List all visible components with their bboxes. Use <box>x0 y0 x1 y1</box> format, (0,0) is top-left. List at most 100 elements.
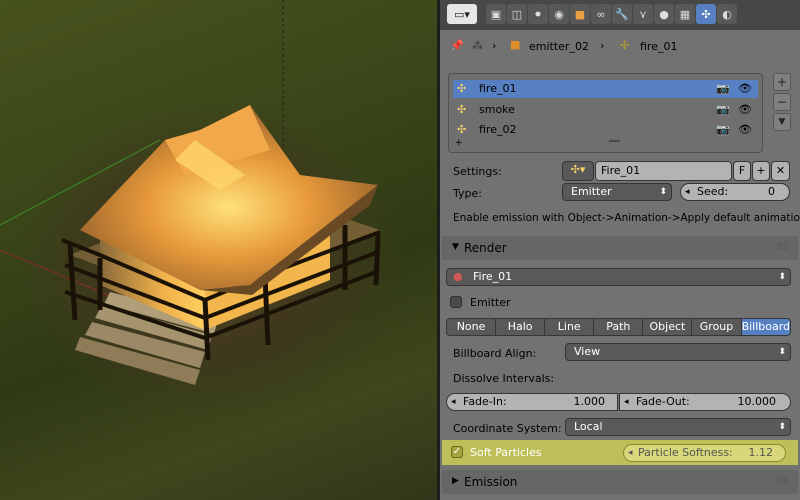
add-button[interactable]: + <box>773 73 791 91</box>
properties-editor-icon[interactable]: ▭▾ <box>447 4 477 24</box>
seed-label: Seed: <box>697 185 729 198</box>
data-icon[interactable]: ⋎ <box>633 4 653 24</box>
specials-menu-button[interactable]: ▼ <box>773 113 791 131</box>
eye-icon[interactable]: 👁 <box>738 80 752 98</box>
render-camera-icon[interactable]: 📷 <box>716 121 730 139</box>
fake-user-button[interactable]: F <box>733 161 751 181</box>
breadcrumb-particle-system: fire_01 <box>640 40 678 53</box>
drag-grip-icon[interactable]: ⠿⠿ <box>777 243 789 253</box>
render-camera-icon[interactable]: 📷 <box>716 80 730 98</box>
new-settings-button[interactable]: + <box>752 161 770 181</box>
render-icon[interactable]: ▣ <box>486 4 506 24</box>
decrement-arrow-icon[interactable]: ◂ <box>628 445 633 461</box>
add-small-icon[interactable]: + <box>455 138 463 148</box>
triangle-right-icon: ▶ <box>452 476 459 486</box>
particles-icon: ✣ <box>620 39 630 52</box>
coordinate-system-value: Local <box>574 420 603 433</box>
particle-system-list[interactable]: ✣ fire_01 📷 👁 ✣ smoke 📷 👁 ✣ fire_02 📷 👁 … <box>448 73 763 153</box>
emission-panel-header[interactable]: ▶ Emission ⠿⠿ <box>442 470 798 494</box>
decrement-arrow-icon[interactable]: ◂ <box>685 184 690 200</box>
coordinate-system-dropdown[interactable]: Local ⬍ <box>565 418 791 436</box>
render-camera-icon[interactable]: 📷 <box>716 101 730 119</box>
render-type-halo[interactable]: Halo <box>496 318 546 336</box>
list-item[interactable]: ✣ fire_01 📷 👁 <box>453 80 758 98</box>
updown-arrow-icon: ⬍ <box>778 347 786 357</box>
type-label: Type: <box>453 187 482 200</box>
updown-arrow-icon: ⬍ <box>778 272 786 282</box>
fade-in-value: 1.000 <box>573 395 606 408</box>
particle-softness-field[interactable]: ◂ Particle Softness: 1.12 <box>623 444 786 462</box>
fade-in-label: Fade-In: <box>463 395 507 408</box>
constraints-icon[interactable]: ∞ <box>591 4 611 24</box>
breadcrumb-object: emitter_02 <box>529 40 589 53</box>
material-value: Fire_01 <box>473 270 513 283</box>
material-icon[interactable]: ● <box>654 4 674 24</box>
fade-out-value: 10.000 <box>737 395 777 408</box>
remove-button[interactable]: − <box>773 93 791 111</box>
settings-name-field[interactable]: Fire_01 <box>595 161 732 181</box>
eye-icon[interactable]: 👁 <box>738 101 752 119</box>
updown-arrow-icon: ⬍ <box>778 422 786 432</box>
emission-hint: Enable emission with Object->Animation->… <box>453 212 800 224</box>
scene-render <box>0 0 381 385</box>
scene-icon[interactable]: ⚫ <box>528 4 548 24</box>
updown-arrow-icon: ⬍ <box>659 187 667 197</box>
render-type-object[interactable]: Object <box>643 318 693 336</box>
list-item-name: smoke <box>479 103 515 116</box>
type-value: Emitter <box>571 185 612 198</box>
object-icon[interactable]: ■ <box>570 4 590 24</box>
triangle-down-icon: ▼ <box>452 242 459 252</box>
physics-icon[interactable]: ◐ <box>717 4 737 24</box>
particles-icon: ✣ <box>457 82 467 95</box>
emitter-label: Emitter <box>470 296 511 309</box>
seed-value: 0 <box>768 185 775 198</box>
particle-softness-label: Particle Softness: <box>638 446 733 459</box>
render-type-group[interactable]: Group <box>692 318 742 336</box>
render-type-path[interactable]: Path <box>594 318 644 336</box>
render-panel-title: Render <box>464 241 507 255</box>
resize-grip-icon[interactable]: ══ <box>609 137 620 147</box>
soft-particles-checkbox[interactable]: ✓ <box>451 446 463 458</box>
texture-icon[interactable]: ▦ <box>675 4 695 24</box>
decrement-arrow-icon[interactable]: ◂ <box>624 394 629 410</box>
list-item[interactable]: ✣ fire_02 📷 👁 <box>453 121 758 139</box>
decrement-arrow-icon[interactable]: ◂ <box>451 394 456 410</box>
drag-grip-icon[interactable]: ⠿⠿ <box>777 477 789 487</box>
particles-icon: ✣ <box>457 123 467 136</box>
unlink-button[interactable]: ✕ <box>771 161 790 181</box>
eye-icon[interactable]: 👁 <box>738 121 752 139</box>
material-dropdown[interactable]: ● Fire_01 ⬍ <box>446 268 791 286</box>
emission-panel-title: Emission <box>464 475 518 489</box>
3d-viewport[interactable] <box>0 0 437 500</box>
fade-out-label: Fade-Out: <box>636 395 690 408</box>
particles-icon[interactable]: ✣ <box>696 4 716 24</box>
type-dropdown[interactable]: Emitter ⬍ <box>562 183 672 201</box>
chevron-right-icon: › <box>492 39 497 52</box>
properties-header: ▭▾ ▣ ◫ ⚫ ◉ ■ ∞ 🔧 ⋎ ● ▦ ✣ ◐ <box>440 0 800 30</box>
render-panel-header[interactable]: ▼ Render ⠿⠿ <box>442 236 798 260</box>
settings-browse-button[interactable]: ✣▾ <box>562 161 594 181</box>
fade-in-field[interactable]: ◂ Fade-In: 1.000 <box>446 393 618 411</box>
breadcrumb: 📌 ⁂ › ■ emitter_02 › ✣ fire_01 <box>440 36 800 56</box>
billboard-align-dropdown[interactable]: View ⬍ <box>565 343 791 361</box>
world-icon[interactable]: ◉ <box>549 4 569 24</box>
render-type-line[interactable]: Line <box>545 318 595 336</box>
emitter-checkbox[interactable] <box>450 296 462 308</box>
object-cube-icon: ■ <box>510 38 521 51</box>
render-layers-icon[interactable]: ◫ <box>507 4 527 24</box>
billboard-align-label: Billboard Align: <box>453 347 537 360</box>
settings-label: Settings: <box>453 165 502 178</box>
seed-field[interactable]: ◂ Seed: 0 <box>680 183 790 201</box>
modifiers-icon[interactable]: 🔧 <box>612 4 632 24</box>
render-type-none[interactable]: None <box>446 318 497 336</box>
list-item[interactable]: ✣ smoke 📷 👁 <box>453 101 758 119</box>
chevron-right-icon: › <box>600 39 605 52</box>
pin-icon[interactable]: 📌 <box>450 39 464 52</box>
billboard-align-value: View <box>574 345 601 358</box>
fade-out-field[interactable]: ◂ Fade-Out: 10.000 <box>619 393 791 411</box>
render-type-selector: None Halo Line Path Object Group Billboa… <box>446 318 792 336</box>
dissolve-intervals-label: Dissolve Intervals: <box>453 372 555 385</box>
render-type-billboard[interactable]: Billboard <box>741 318 792 336</box>
particles-icon: ✣ <box>457 103 467 116</box>
properties-editor: ▭▾ ▣ ◫ ⚫ ◉ ■ ∞ 🔧 ⋎ ● ▦ ✣ ◐ 📌 ⁂ › ■ emitt… <box>440 0 800 500</box>
